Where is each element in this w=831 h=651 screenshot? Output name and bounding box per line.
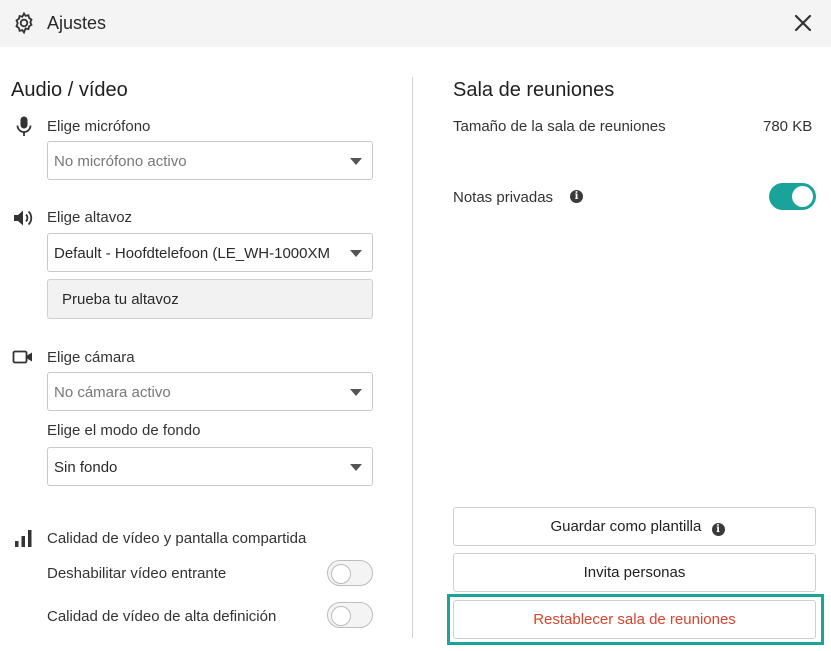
chevron-down-icon: [350, 389, 362, 396]
speaker-select-value: Default - Hoofdtelefoon (LE_WH-1000XM: [54, 245, 330, 262]
signal-bars-icon: [15, 530, 32, 547]
private-notes-label: Notas privadas: [453, 189, 554, 206]
microphone-icon: [16, 116, 32, 136]
background-select[interactable]: Sin fondo: [47, 447, 373, 486]
test-speaker-button-label: Prueba tu altavoz: [62, 291, 179, 308]
camera-icon: [12, 350, 32, 364]
info-icon[interactable]: i: [711, 523, 725, 536]
microphone-select[interactable]: No micrófono activo: [47, 141, 373, 180]
room-title: Sala de reuniones: [453, 79, 615, 101]
disable-incoming-video-label: Deshabilitar vídeo entrante: [47, 565, 227, 582]
microphone-select-value: No micrófono activo: [54, 153, 187, 170]
dialog-title: Ajustes: [47, 13, 107, 33]
save-template-button-label: Guardar como plantilla: [550, 518, 702, 535]
gear-icon: [15, 11, 33, 35]
camera-select-value: No cámara activo: [54, 384, 171, 401]
private-notes-toggle[interactable]: [769, 183, 816, 210]
speaker-select[interactable]: Default - Hoofdtelefoon (LE_WH-1000XM: [47, 233, 373, 272]
info-icon[interactable]: i: [570, 190, 583, 203]
speaker-label: Elige altavoz: [47, 209, 133, 226]
background-select-value: Sin fondo: [54, 459, 118, 476]
camera-label: Elige cámara: [47, 349, 135, 366]
column-divider: [412, 77, 413, 638]
close-icon[interactable]: [792, 12, 814, 34]
reset-room-button[interactable]: Restablecer sala de reuniones: [453, 600, 816, 639]
speaker-icon: [14, 210, 33, 226]
test-speaker-button[interactable]: Prueba tu altavoz: [47, 279, 373, 319]
hd-video-toggle[interactable]: [327, 602, 373, 628]
invite-people-button-label: Invita personas: [583, 564, 686, 581]
camera-select[interactable]: No cámara activo: [47, 372, 373, 411]
room-size-value: 780 KB: [763, 118, 813, 135]
microphone-label: Elige micrófono: [47, 118, 151, 135]
room-size-label: Tamaño de la sala de reuniones: [453, 118, 666, 135]
chevron-down-icon: [350, 464, 362, 471]
save-template-button[interactable]: Guardar como plantilla i: [453, 507, 816, 546]
reset-room-button-label: Restablecer sala de reuniones: [533, 611, 736, 628]
hd-video-label: Calidad de vídeo de alta definición: [47, 608, 277, 625]
disable-incoming-video-toggle[interactable]: [327, 560, 373, 586]
background-label: Elige el modo de fondo: [47, 422, 201, 439]
audio-video-title: Audio / vídeo: [11, 79, 128, 101]
quality-label: Calidad de vídeo y pantalla compartida: [47, 530, 307, 547]
invite-people-button[interactable]: Invita personas: [453, 553, 816, 592]
dialog-header: Ajustes: [0, 0, 831, 47]
chevron-down-icon: [350, 250, 362, 257]
chevron-down-icon: [350, 158, 362, 165]
